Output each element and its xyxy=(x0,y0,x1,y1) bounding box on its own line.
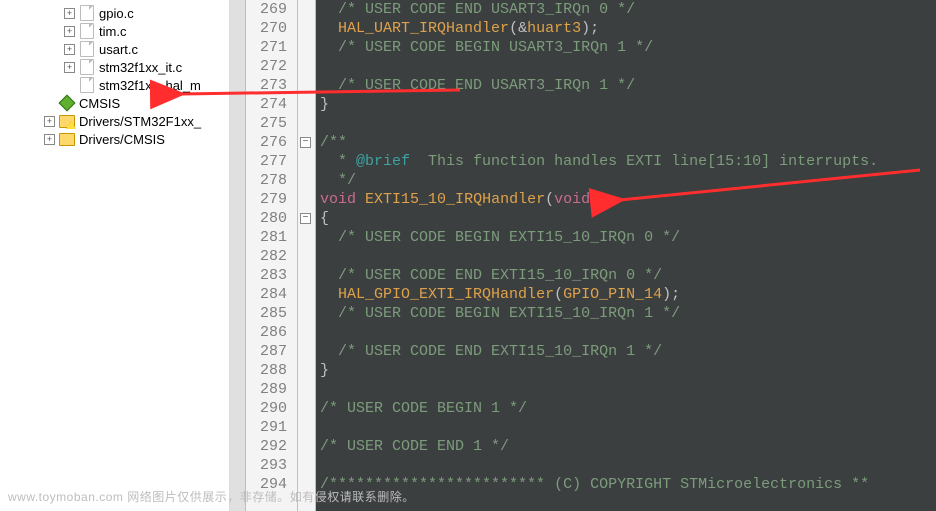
tree-item[interactable]: stm32f1xx_hal_m xyxy=(0,76,229,94)
code-line[interactable]: /* USER CODE BEGIN EXTI15_10_IRQn 0 */ xyxy=(320,228,936,247)
code-line[interactable]: HAL_UART_IRQHandler(&huart3); xyxy=(320,19,936,38)
code-line[interactable]: /* USER CODE END EXTI15_10_IRQn 1 */ xyxy=(320,342,936,361)
line-number: 276 xyxy=(260,133,287,152)
line-number-gutter: 2692702712722732742752762772782792802812… xyxy=(246,0,298,511)
code-line[interactable]: /* USER CODE BEGIN EXTI15_10_IRQn 1 */ xyxy=(320,304,936,323)
fold-toggle-icon[interactable]: − xyxy=(300,213,311,224)
expand-icon[interactable]: + xyxy=(44,116,55,127)
tree-item[interactable]: CMSIS xyxy=(0,94,229,112)
code-line[interactable]: { xyxy=(320,209,936,228)
tree-item-label: stm32f1xx_it.c xyxy=(99,60,182,75)
tree-item-label: Drivers/CMSIS xyxy=(79,132,165,147)
expand-spacer xyxy=(44,98,55,109)
c-file-icon xyxy=(79,59,95,75)
line-number: 275 xyxy=(260,114,287,133)
line-number: 284 xyxy=(260,285,287,304)
project-tree[interactable]: + gpio.c + tim.c + usart.c + stm32f1xx_it.c stm3… xyxy=(0,0,230,511)
line-number: 282 xyxy=(260,247,287,266)
folder-icon xyxy=(59,131,75,147)
tree-item[interactable]: + gpio.c xyxy=(0,4,229,22)
line-number: 278 xyxy=(260,171,287,190)
line-number: 273 xyxy=(260,76,287,95)
c-file-icon xyxy=(79,5,95,21)
line-number: 279 xyxy=(260,190,287,209)
line-number: 281 xyxy=(260,228,287,247)
c-file-icon xyxy=(79,41,95,57)
code-editor[interactable]: 2692702712722732742752762772782792802812… xyxy=(246,0,936,511)
code-line[interactable] xyxy=(320,247,936,266)
fold-gutter[interactable]: −− xyxy=(298,0,316,511)
line-number: 285 xyxy=(260,304,287,323)
tree-item-label: CMSIS xyxy=(79,96,120,111)
code-line[interactable] xyxy=(320,456,936,475)
tree-item[interactable]: + Drivers/CMSIS xyxy=(0,130,229,148)
code-line[interactable]: /* USER CODE BEGIN USART3_IRQn 1 */ xyxy=(320,38,936,57)
c-file-icon xyxy=(79,77,95,93)
expand-icon[interactable]: + xyxy=(64,44,75,55)
code-line[interactable] xyxy=(320,57,936,76)
code-line[interactable] xyxy=(320,418,936,437)
code-line[interactable]: * @brief This function handles EXTI line… xyxy=(320,152,936,171)
line-number: 283 xyxy=(260,266,287,285)
tree-item-label: stm32f1xx_hal_m xyxy=(99,78,201,93)
code-line[interactable]: } xyxy=(320,361,936,380)
code-line[interactable]: /* USER CODE END USART3_IRQn 1 */ xyxy=(320,76,936,95)
tree-item-label: tim.c xyxy=(99,24,126,39)
code-line[interactable] xyxy=(320,380,936,399)
tree-item-label: usart.c xyxy=(99,42,138,57)
line-number: 291 xyxy=(260,418,287,437)
line-number: 269 xyxy=(260,0,287,19)
code-line[interactable]: /* USER CODE END 1 */ xyxy=(320,437,936,456)
code-area[interactable]: /* USER CODE END USART3_IRQn 0 */ HAL_UA… xyxy=(316,0,936,511)
code-line[interactable]: /* USER CODE END USART3_IRQn 0 */ xyxy=(320,0,936,19)
tree-item[interactable]: + tim.c xyxy=(0,22,229,40)
tree-item[interactable]: + Drivers/STM32F1xx_ xyxy=(0,112,229,130)
tree-item[interactable]: + stm32f1xx_it.c xyxy=(0,58,229,76)
code-line[interactable] xyxy=(320,114,936,133)
line-number: 293 xyxy=(260,456,287,475)
line-number: 292 xyxy=(260,437,287,456)
code-line[interactable]: } xyxy=(320,95,936,114)
line-number: 286 xyxy=(260,323,287,342)
gutter-strip xyxy=(230,0,246,511)
code-line[interactable]: HAL_GPIO_EXTI_IRQHandler(GPIO_PIN_14); xyxy=(320,285,936,304)
line-number: 270 xyxy=(260,19,287,38)
fold-toggle-icon[interactable]: − xyxy=(300,137,311,148)
line-number: 288 xyxy=(260,361,287,380)
code-line[interactable] xyxy=(320,323,936,342)
tree-item-label: gpio.c xyxy=(99,6,134,21)
expand-icon[interactable]: + xyxy=(44,134,55,145)
c-file-icon xyxy=(79,23,95,39)
code-line[interactable]: /* USER CODE BEGIN 1 */ xyxy=(320,399,936,418)
line-number: 277 xyxy=(260,152,287,171)
code-line[interactable]: */ xyxy=(320,171,936,190)
component-icon xyxy=(59,95,75,111)
line-number: 280 xyxy=(260,209,287,228)
expand-icon[interactable]: + xyxy=(64,26,75,37)
line-number: 289 xyxy=(260,380,287,399)
line-number: 271 xyxy=(260,38,287,57)
expand-spacer xyxy=(64,80,75,91)
code-line[interactable]: /* USER CODE END EXTI15_10_IRQn 0 */ xyxy=(320,266,936,285)
folder-warning-icon xyxy=(59,113,75,129)
expand-icon[interactable]: + xyxy=(64,8,75,19)
line-number: 287 xyxy=(260,342,287,361)
watermark-text: www.toymoban.com 网络图片仅供展示，非存储。如有侵权请联系删除。 xyxy=(8,488,415,505)
tree-item-label: Drivers/STM32F1xx_ xyxy=(79,114,201,129)
line-number: 274 xyxy=(260,95,287,114)
code-line[interactable]: void EXTI15_10_IRQHandler(void) xyxy=(320,190,936,209)
tree-item[interactable]: + usart.c xyxy=(0,40,229,58)
line-number: 290 xyxy=(260,399,287,418)
expand-icon[interactable]: + xyxy=(64,62,75,73)
code-line[interactable]: /** xyxy=(320,133,936,152)
line-number: 272 xyxy=(260,57,287,76)
